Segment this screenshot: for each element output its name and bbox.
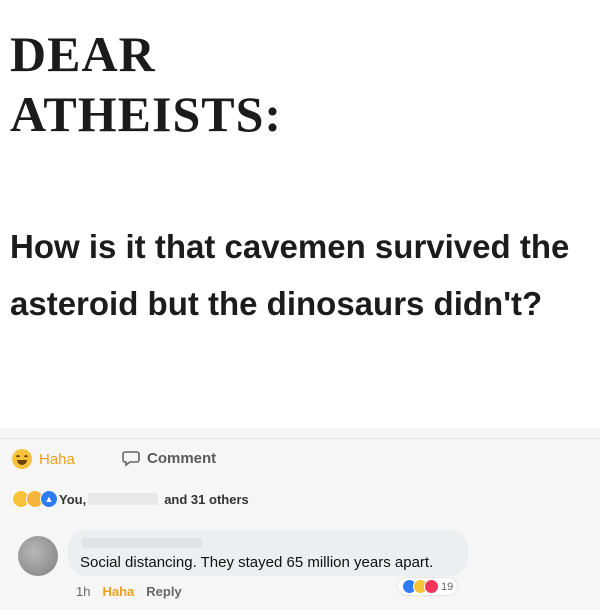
- redacted-name: [88, 493, 159, 505]
- comment-bubble: Social distancing. They stayed 65 millio…: [68, 530, 468, 576]
- comment-reply-button[interactable]: Reply: [146, 584, 181, 599]
- haha-button[interactable]: Haha: [12, 449, 75, 469]
- action-bar: Haha Comment: [0, 438, 600, 483]
- haha-label: Haha: [39, 450, 75, 468]
- reactions-you: You,: [59, 491, 87, 507]
- comment-haha-button[interactable]: Haha: [102, 584, 134, 599]
- reactions-others: and 31 others: [164, 491, 249, 507]
- comment: Social distancing. They stayed 65 millio…: [10, 530, 590, 610]
- heading-line-1: DEAR: [10, 26, 156, 82]
- love-reaction-icon: [424, 579, 439, 594]
- like-reaction-icon: ▲: [40, 490, 58, 508]
- reactions-summary[interactable]: ▲ You, and 31 others: [12, 490, 249, 508]
- comment-meta: 1h Haha Reply: [76, 584, 182, 599]
- haha-emoji-icon: [12, 449, 32, 469]
- comment-bubble-icon: [122, 451, 140, 467]
- comment-reactions[interactable]: 19: [398, 578, 458, 595]
- post-heading: DEAR ATHEISTS:: [10, 24, 282, 144]
- comment-label: Comment: [147, 449, 217, 467]
- post-question: How is it that cavemen survived the aste…: [10, 228, 570, 322]
- commenter-avatar[interactable]: [18, 536, 58, 576]
- heading-line-2: ATHEISTS:: [10, 86, 283, 142]
- commenter-name-redacted[interactable]: [82, 538, 202, 548]
- comment-time[interactable]: 1h: [76, 584, 90, 599]
- post-card: DEAR ATHEISTS: How is it that cavemen su…: [0, 0, 600, 428]
- reaction-icons: ▲: [12, 490, 58, 508]
- comment-reaction-count: 19: [441, 580, 454, 593]
- comment-button[interactable]: Comment: [122, 449, 216, 467]
- comment-text: Social distancing. They stayed 65 millio…: [80, 554, 434, 571]
